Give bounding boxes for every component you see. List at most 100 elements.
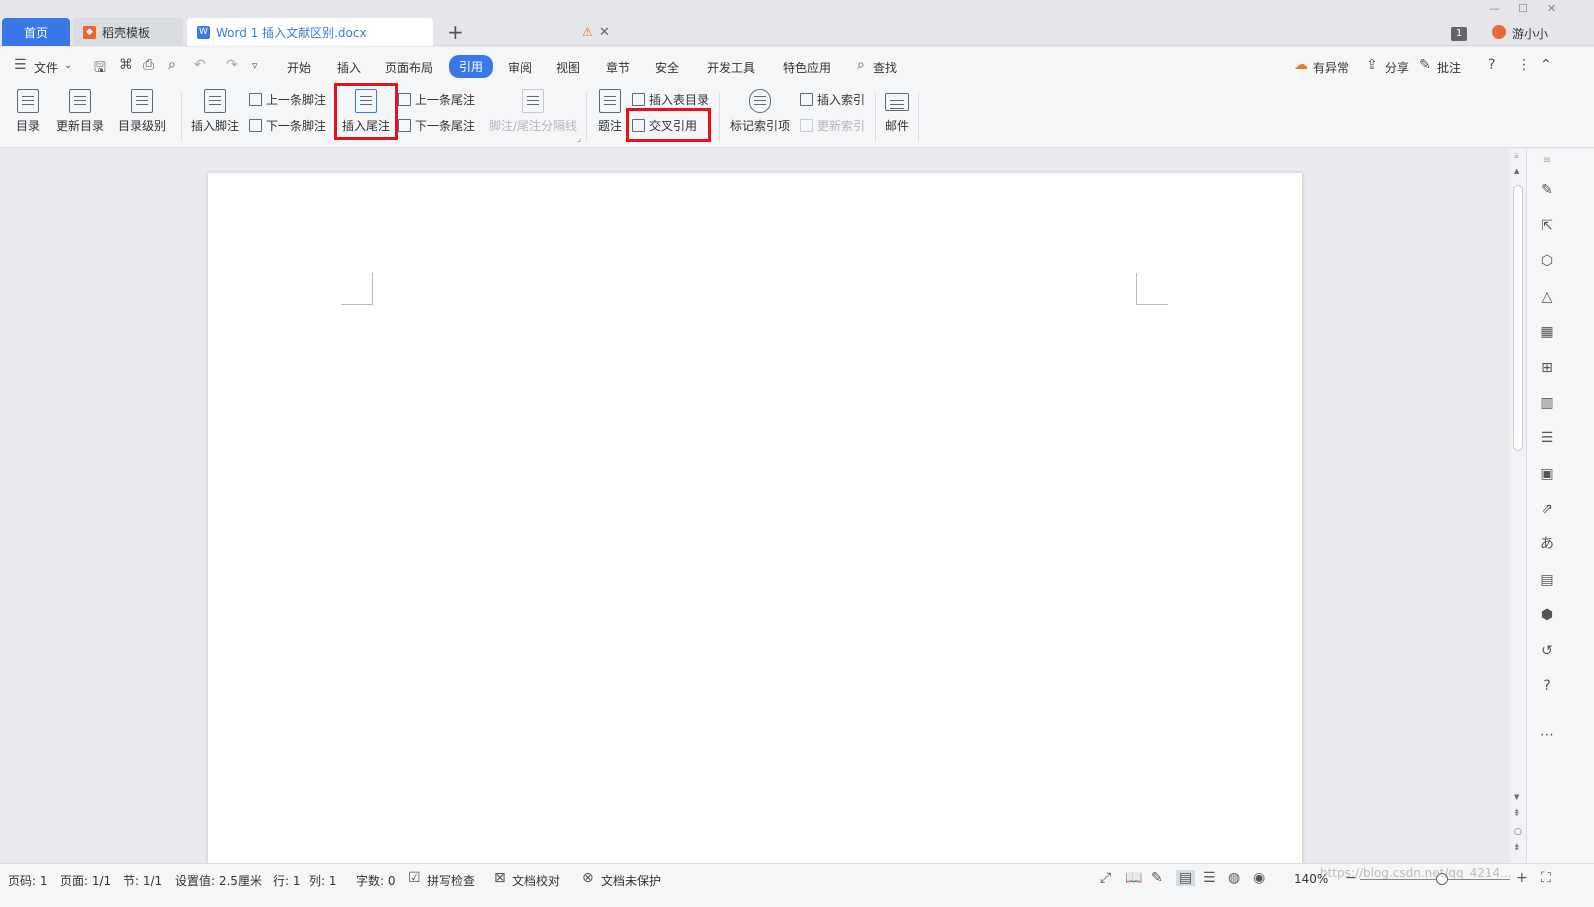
proofread-button[interactable]: 文档校对 [512, 872, 560, 889]
format-painter-icon[interactable]: ⌘ [119, 57, 133, 73]
style-icon[interactable]: △ [1539, 289, 1555, 305]
collapse-ribbon-icon[interactable]: ⌃ [1540, 57, 1552, 73]
scrollbar-thumb[interactable] [1513, 185, 1523, 451]
menu-references[interactable]: 引用 [449, 55, 494, 78]
print-icon[interactable]: ⎙ [143, 57, 154, 73]
insert-footnote-button[interactable]: 插入脚注 [190, 89, 240, 134]
document-count-badge[interactable]: 1 [1451, 27, 1467, 41]
zoom-in-icon[interactable]: + [1516, 870, 1528, 886]
sync-status[interactable]: 有异常 [1313, 59, 1349, 76]
tab-document[interactable]: W Word 1 插入文献区别.docx ⚠ ✕ [187, 18, 610, 46]
user-name[interactable]: 游小小 [1512, 25, 1548, 42]
mail-button[interactable]: 邮件 [883, 89, 911, 134]
update-toc-button[interactable]: 更新目录 [54, 89, 106, 134]
dialog-launcher-icon[interactable]: ⌟ [577, 134, 581, 144]
web-view-icon[interactable]: ◍ [1228, 870, 1240, 886]
page-view-icon[interactable]: ▤ [1176, 870, 1196, 886]
chart-icon[interactable]: ▥ [1539, 395, 1555, 411]
close-window-icon[interactable]: ✕ [1547, 2, 1556, 15]
update-index-button[interactable]: 更新索引 [800, 117, 865, 134]
status-section[interactable]: 节: 1/1 [123, 872, 162, 889]
document-page[interactable] [208, 173, 1302, 863]
apps-grid-icon[interactable]: ⊞ [1539, 360, 1555, 376]
customize-toolbar-icon[interactable]: ▿ [252, 59, 258, 72]
search-button[interactable]: 查找 [873, 59, 897, 76]
menu-security[interactable]: 安全 [655, 59, 679, 76]
close-tab-icon[interactable]: ✕ [599, 25, 610, 40]
comment-button[interactable]: 批注 [1437, 59, 1461, 76]
tab-template[interactable]: ◆ 稻壳模板 [73, 18, 183, 46]
toc-button[interactable]: 目录 [10, 89, 46, 134]
export-icon[interactable]: ⇗ [1539, 501, 1555, 517]
browse-object-icon[interactable]: ○ [1514, 827, 1522, 837]
image-icon[interactable]: ▣ [1539, 466, 1555, 482]
select-cursor-icon[interactable]: ⇱ [1539, 218, 1555, 234]
help-circle-icon[interactable]: ? [1539, 678, 1555, 694]
picture-icon[interactable]: ▤ [1539, 572, 1555, 588]
status-column[interactable]: 列: 1 [309, 872, 337, 889]
add-tab-button[interactable]: + [447, 21, 464, 43]
next-footnote-button[interactable]: 下一条脚注 [249, 117, 326, 134]
menu-features[interactable]: 特色应用 [783, 59, 831, 76]
status-row[interactable]: 行: 1 [273, 872, 301, 889]
save-icon[interactable]: 🖫 [94, 57, 106, 81]
fit-page-icon[interactable]: ⛶ [1541, 870, 1551, 886]
chevron-down-icon[interactable]: ⌄ [64, 60, 72, 71]
fullscreen-icon[interactable]: ⤢ [1100, 870, 1111, 886]
spell-check-button[interactable]: 拼写检查 [427, 872, 475, 889]
protect-shield-icon[interactable]: ⬢ [1539, 607, 1555, 623]
next-endnote-button[interactable]: 下一条尾注 [398, 117, 475, 134]
status-word-count[interactable]: 字数: 0 [356, 872, 396, 889]
table-icon[interactable]: ▦ [1539, 324, 1555, 340]
help-icon[interactable]: ? [1488, 57, 1495, 73]
protection-status[interactable]: 文档未保护 [601, 872, 661, 889]
comment-icon[interactable]: ✎ [1419, 57, 1431, 73]
menu-developer[interactable]: 开发工具 [707, 59, 755, 76]
undo-icon[interactable]: ↶ [194, 57, 206, 73]
redo-icon[interactable]: ↷ [226, 57, 238, 73]
cloud-warning-icon[interactable]: ☁ [1294, 57, 1308, 73]
prev-page-icon[interactable]: ⇞ [1513, 809, 1521, 819]
prev-endnote-button[interactable]: 上一条尾注 [398, 91, 475, 108]
caption-button[interactable]: 题注 [596, 89, 624, 134]
settings-sliders-icon[interactable]: ☰ [1539, 430, 1555, 446]
share-icon[interactable]: ⇪ [1366, 57, 1378, 73]
menu-review[interactable]: 审阅 [508, 59, 532, 76]
eye-protect-icon[interactable]: ◉ [1253, 870, 1265, 886]
share-button[interactable]: 分享 [1385, 59, 1409, 76]
menu-icon[interactable]: ☰ [14, 57, 27, 73]
read-mode-icon[interactable]: 📖 [1125, 870, 1142, 886]
print-preview-icon[interactable]: ⌕ [168, 57, 176, 73]
more-icon[interactable]: ⋮ [1517, 57, 1531, 73]
status-page-number[interactable]: 页码: 1 [8, 872, 48, 889]
insert-index-button[interactable]: 插入索引 [800, 91, 865, 108]
menu-page-layout[interactable]: 页面布局 [385, 59, 433, 76]
menu-insert[interactable]: 插入 [337, 59, 361, 76]
maximize-icon[interactable]: ☐ [1518, 2, 1528, 15]
vertical-scrollbar[interactable]: ⩸ ▲ ▼ ⇞ ○ ⇟ [1510, 149, 1526, 863]
insert-table-toc-button[interactable]: 插入表目录 [632, 91, 709, 108]
search-icon[interactable]: ⌕ [857, 57, 865, 73]
status-setting[interactable]: 设置值: 2.5厘米 [175, 872, 262, 889]
translate-icon[interactable]: あ [1539, 536, 1555, 552]
shapes-icon[interactable]: ⬡ [1539, 253, 1555, 269]
write-mode-icon[interactable]: ✎ [1151, 870, 1163, 886]
scroll-down-icon[interactable]: ▼ [1514, 793, 1519, 801]
toc-level-button[interactable]: 目录级别 [113, 89, 171, 134]
file-menu[interactable]: 文件 [34, 59, 58, 76]
prev-footnote-button[interactable]: 上一条脚注 [249, 91, 326, 108]
mark-index-button[interactable]: 标记索引项 [728, 89, 792, 134]
note-separator-button[interactable]: 脚注/尾注分隔线 [487, 89, 579, 134]
menu-start[interactable]: 开始 [287, 59, 311, 76]
minimize-icon[interactable]: — [1489, 2, 1500, 15]
menu-chapter[interactable]: 章节 [606, 59, 630, 76]
avatar[interactable] [1492, 25, 1506, 39]
scroll-up-icon[interactable]: ▲ [1514, 167, 1519, 175]
history-icon[interactable]: ↺ [1539, 643, 1555, 659]
more-horizontal-icon[interactable]: ⋯ [1539, 727, 1555, 743]
next-page-icon[interactable]: ⇟ [1513, 843, 1521, 853]
menu-view[interactable]: 视图 [556, 59, 580, 76]
tab-home[interactable]: 首页 [2, 18, 70, 46]
status-page[interactable]: 页面: 1/1 [60, 872, 111, 889]
edit-pen-icon[interactable]: ✎ [1539, 182, 1555, 198]
